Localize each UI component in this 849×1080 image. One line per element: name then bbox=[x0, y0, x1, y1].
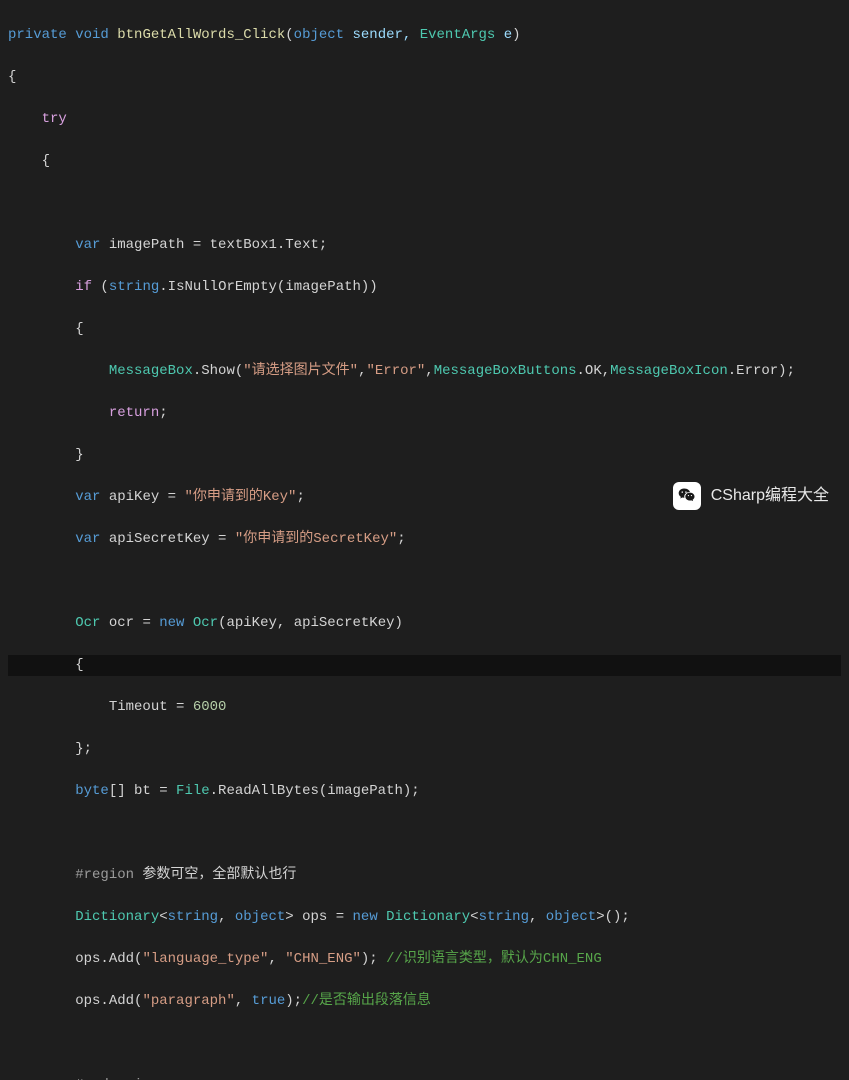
watermark: CSharp编程大全 bbox=[673, 482, 829, 510]
code-line: }; bbox=[8, 739, 841, 760]
code-line: { bbox=[8, 319, 841, 340]
code-line: Dictionary<string, object> ops = new Dic… bbox=[8, 907, 841, 928]
code-line: { bbox=[8, 151, 841, 172]
code-line: { bbox=[8, 67, 841, 88]
code-line bbox=[8, 1033, 841, 1054]
code-line: MessageBox.Show("请选择图片文件","Error",Messag… bbox=[8, 361, 841, 382]
code-line bbox=[8, 193, 841, 214]
code-line: return; bbox=[8, 403, 841, 424]
code-line: try bbox=[8, 109, 841, 130]
code-line: if (string.IsNullOrEmpty(imagePath)) bbox=[8, 277, 841, 298]
watermark-text: CSharp编程大全 bbox=[711, 484, 829, 508]
code-line-current: { bbox=[8, 655, 841, 676]
code-line: } bbox=[8, 445, 841, 466]
wechat-icon bbox=[673, 482, 701, 510]
code-line: ops.Add("paragraph", true);//是否输出段落信息 bbox=[8, 991, 841, 1012]
code-line: Ocr ocr = new Ocr(apiKey, apiSecretKey) bbox=[8, 613, 841, 634]
code-line: #endregion bbox=[8, 1075, 841, 1080]
code-line: var imagePath = textBox1.Text; bbox=[8, 235, 841, 256]
code-line: Timeout = 6000 bbox=[8, 697, 841, 718]
code-editor[interactable]: private void btnGetAllWords_Click(object… bbox=[0, 0, 849, 1080]
code-line: byte[] bt = File.ReadAllBytes(imagePath)… bbox=[8, 781, 841, 802]
code-line: private void btnGetAllWords_Click(object… bbox=[8, 25, 841, 46]
code-line: ops.Add("language_type", "CHN_ENG"); //识… bbox=[8, 949, 841, 970]
code-line: #region 参数可空，全部默认也行 bbox=[8, 865, 841, 886]
code-line bbox=[8, 571, 841, 592]
code-line bbox=[8, 823, 841, 844]
